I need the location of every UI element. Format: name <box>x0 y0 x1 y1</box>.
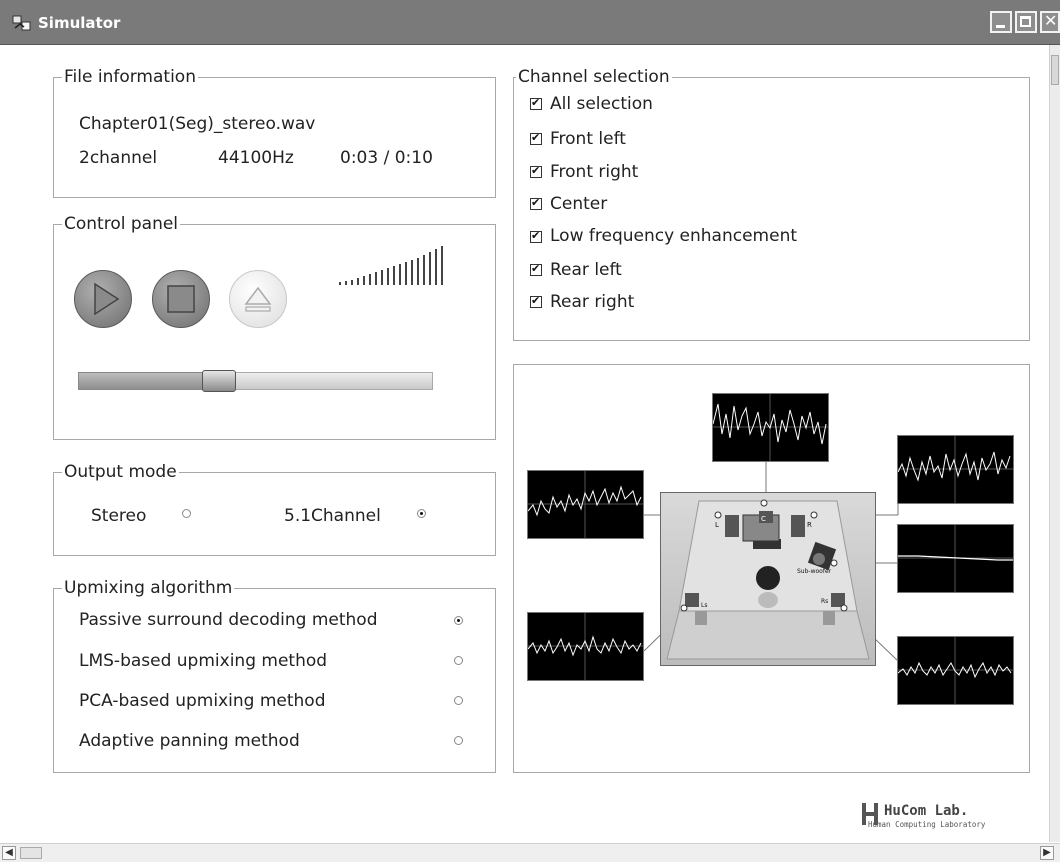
minimize-button[interactable] <box>990 11 1012 33</box>
maximize-button[interactable] <box>1015 11 1037 33</box>
play-button[interactable] <box>74 270 132 328</box>
channel-center-checkbox[interactable] <box>530 196 542 210</box>
upmix-passive-radio[interactable] <box>454 616 463 625</box>
logo-name: HuCom Lab. <box>884 803 968 819</box>
channel-center-label: Center <box>550 194 608 214</box>
channel-front-left-checkbox[interactable] <box>530 131 542 145</box>
seek-thumb[interactable] <box>202 370 236 392</box>
horizontal-scrollbar[interactable]: ◀ ▶ <box>0 843 1060 862</box>
subwoofer-label: Sub-woofer <box>797 568 832 575</box>
playback-time: 0:03 / 0:10 <box>340 148 433 168</box>
center-waveform <box>712 393 829 462</box>
upmix-adaptive-radio[interactable] <box>454 736 463 745</box>
control-panel-legend: Control panel <box>62 214 181 234</box>
scroll-left-arrow-icon[interactable]: ◀ <box>2 846 16 860</box>
vertical-scroll-thumb[interactable] <box>1051 55 1059 85</box>
channel-front-right-label: Front right <box>550 162 639 182</box>
hucom-lab-logo: HuCom Lab. Human Computing Laboratory <box>862 795 1022 835</box>
minimize-icon <box>996 25 1005 28</box>
output-stereo-label: Stereo <box>91 506 147 526</box>
maximize-icon <box>1020 16 1031 27</box>
channel-count: 2channel <box>79 148 158 168</box>
file-info-legend: File information <box>62 67 198 87</box>
upmixing-legend: Upmixing algorithm <box>62 578 235 598</box>
logo-subtitle: Human Computing Laboratory <box>868 820 986 829</box>
channel-rear-left-checkbox[interactable] <box>530 262 542 276</box>
output-mode-legend: Output mode <box>62 462 179 482</box>
front-left-waveform <box>527 470 644 539</box>
channel-lfe-label: Low frequency enhancement <box>550 226 798 246</box>
right-speaker-label: R <box>807 521 812 529</box>
channel-front-right-checkbox[interactable] <box>530 164 542 178</box>
rear-left-speaker-label: Ls <box>701 602 707 609</box>
close-icon: ✕ <box>1044 11 1058 30</box>
horizontal-scroll-thumb[interactable] <box>20 847 42 859</box>
subwoofer-waveform <box>897 524 1014 593</box>
channel-selection-legend: Channel selection <box>516 67 672 87</box>
upmix-pca-radio[interactable] <box>454 696 463 705</box>
title-bar[interactable]: Simulator ✕ <box>0 0 1060 45</box>
room-illustration: C L R Sub-woofer Ls Rs <box>666 499 870 660</box>
left-speaker-label: L <box>715 521 719 529</box>
rear-right-waveform <box>897 636 1014 705</box>
channel-rear-right-checkbox[interactable] <box>530 294 542 308</box>
output-51-radio[interactable] <box>417 509 426 518</box>
upmix-lms-radio[interactable] <box>454 656 463 665</box>
output-stereo-radio[interactable] <box>182 509 191 518</box>
upmix-lms-label: LMS-based upmixing method <box>79 651 328 671</box>
vertical-scrollbar[interactable] <box>1049 45 1060 842</box>
sample-rate: 44100Hz <box>218 148 294 168</box>
channel-front-left-label: Front left <box>550 129 626 149</box>
close-button[interactable]: ✕ <box>1040 11 1060 33</box>
channel-all-label: All selection <box>550 94 653 114</box>
rear-left-waveform <box>527 612 644 681</box>
eject-icon <box>244 286 272 312</box>
channel-rear-right-label: Rear right <box>550 292 635 312</box>
stop-button[interactable] <box>152 270 210 328</box>
upmix-adaptive-label: Adaptive panning method <box>79 731 300 751</box>
center-speaker-label: C <box>761 515 766 523</box>
rear-right-speaker-label: Rs <box>821 598 828 605</box>
hucom-logo-mark: HuCom Lab. Human Computing Laboratory <box>862 803 986 829</box>
seek-progress <box>78 372 206 390</box>
output-51-label: 5.1Channel <box>284 506 381 526</box>
channel-all-checkbox[interactable] <box>530 96 542 110</box>
upmix-pca-label: PCA-based upmixing method <box>79 691 326 711</box>
file-info-group: File information <box>53 67 496 198</box>
room-visualization: C L R Sub-woofer Ls Rs <box>660 492 876 666</box>
channel-lfe-checkbox[interactable] <box>530 229 542 243</box>
upmix-passive-label: Passive surround decoding method <box>79 610 378 630</box>
stop-icon <box>167 285 195 313</box>
play-icon <box>94 282 120 316</box>
file-name: Chapter01(Seg)_stereo.wav <box>79 114 316 134</box>
eject-button[interactable] <box>229 270 287 328</box>
channel-rear-left-label: Rear left <box>550 260 622 280</box>
app-icon <box>12 15 31 31</box>
front-right-waveform <box>897 435 1014 504</box>
scroll-right-arrow-icon[interactable]: ▶ <box>1040 846 1054 860</box>
simulator-window: Simulator ✕ File information Chapter01(S… <box>0 0 1060 862</box>
window-title: Simulator <box>38 14 121 32</box>
